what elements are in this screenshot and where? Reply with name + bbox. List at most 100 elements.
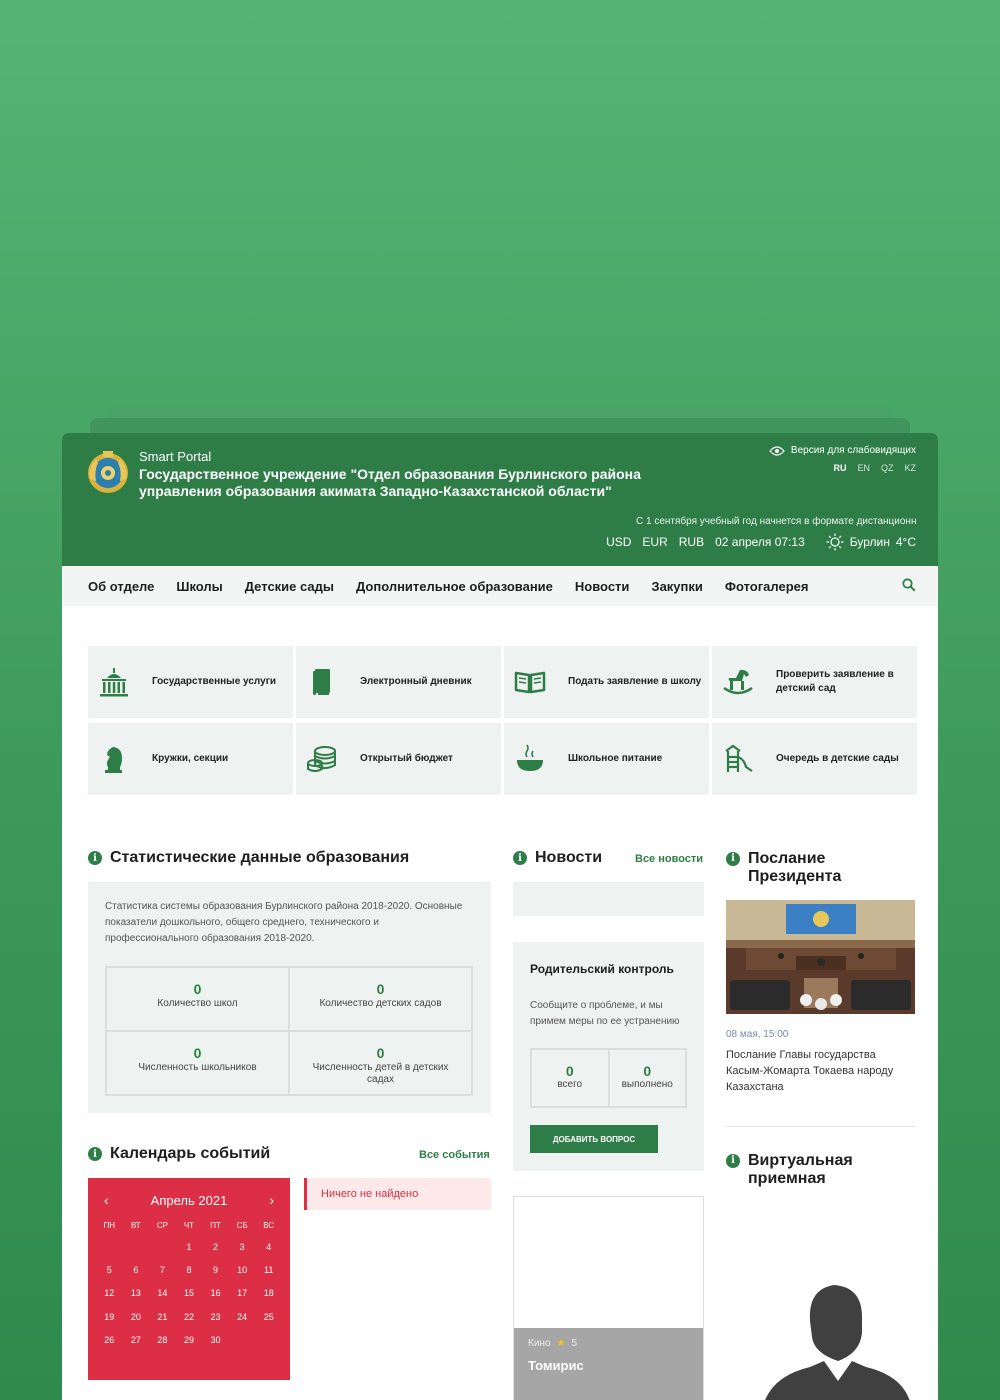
calendar-day[interactable]: 19	[96, 1306, 123, 1329]
calendar-day[interactable]: 10	[229, 1259, 256, 1282]
movie-category: Кино	[528, 1338, 551, 1349]
calendar-day[interactable]: 9	[202, 1259, 229, 1282]
president-address-photo[interactable]	[726, 900, 915, 1014]
search-icon[interactable]	[902, 578, 916, 592]
announcement-ticker[interactable]: С 1 сентября учебный год начнется в форм…	[636, 516, 916, 527]
currency-rub[interactable]: RUB	[679, 535, 704, 549]
calendar-day[interactable]: 3	[229, 1236, 256, 1259]
weekday-label: ВС	[263, 1221, 275, 1230]
counter-total: 0 всего	[531, 1049, 609, 1107]
info-bar: USD EUR RUB 02 апреля 07:13 Бурлин 4°C	[606, 533, 916, 551]
nav-item-about[interactable]: Об отделе	[88, 579, 154, 594]
parent-control-counters: 0 всего 0 выполнено	[530, 1048, 687, 1108]
currency-usd[interactable]: USD	[606, 535, 631, 549]
main-navigation: Об отделе Школы Детские сады Дополнитель…	[62, 566, 938, 606]
add-question-button[interactable]: ДОБАВИТЬ ВОПРОС	[530, 1125, 658, 1153]
prev-month-button[interactable]: ‹	[104, 1192, 109, 1208]
tile-kindergarten-check[interactable]: Проверить заявление в детский сад	[712, 646, 917, 718]
calendar-day[interactable]: 4	[255, 1236, 282, 1259]
counter-label: всего	[557, 1079, 583, 1090]
weekday-label: ПТ	[210, 1221, 221, 1230]
kazakhstan-emblem-icon[interactable]	[86, 449, 130, 497]
stats-description: Статистика системы образования Бурлинско…	[105, 901, 463, 944]
nav-item-schools[interactable]: Школы	[176, 579, 222, 594]
calendar-day[interactable]: 26	[96, 1329, 123, 1352]
president-text[interactable]: Послание Главы государства Касым-Жомарта…	[726, 1047, 906, 1095]
stat-pupils: 0 Численность школьников	[106, 1031, 289, 1095]
calendar-day[interactable]: 21	[149, 1306, 176, 1329]
calendar-day[interactable]: 18	[255, 1282, 282, 1305]
president-heading: i Послание Президента	[726, 850, 866, 886]
tile-open-budget[interactable]: Открытый бюджет	[296, 723, 501, 795]
calendar-day[interactable]: 8	[176, 1259, 203, 1282]
stat-schools: 0 Количество школ	[106, 967, 289, 1031]
accessibility-link[interactable]: Версия для слабовидящих	[769, 445, 916, 456]
calendar-day[interactable]: 23	[202, 1306, 229, 1329]
calendar-empty-cell	[123, 1236, 150, 1259]
counter-value: 0	[643, 1063, 652, 1079]
tile-label: Государственные услуги	[152, 676, 277, 687]
calendar-day[interactable]: 22	[176, 1306, 203, 1329]
tile-electronic-diary[interactable]: Электронный дневник	[296, 646, 501, 718]
calendar-day[interactable]: 24	[229, 1306, 256, 1329]
current-datetime: 02 апреля 07:13	[715, 535, 805, 549]
weekday-label: ЧТ	[183, 1221, 195, 1230]
nav-item-extra-education[interactable]: Дополнительное образование	[356, 579, 553, 594]
stat-value: 0	[193, 981, 202, 997]
nav-item-kindergartens[interactable]: Детские сады	[245, 579, 334, 594]
calendar-empty-cell	[149, 1236, 176, 1259]
stat-kindergarten-children: 0 Численность детей в детских садах	[289, 1031, 472, 1095]
calendar-day[interactable]: 12	[96, 1282, 123, 1305]
nav-item-gallery[interactable]: Фотогалерея	[725, 579, 809, 594]
calendar-day[interactable]: 11	[255, 1259, 282, 1282]
stat-value: 0	[376, 1045, 385, 1061]
lang-en[interactable]: EN	[857, 463, 870, 473]
event-calendar: ‹ Апрель 2021 › ПН ВТ СР ЧТ ПТ СБ ВС 1 2 3 4 5 6 7 8 9 1…	[88, 1178, 290, 1380]
calendar-day[interactable]: 7	[149, 1259, 176, 1282]
calendar-day[interactable]: 15	[176, 1282, 203, 1305]
calendar-day[interactable]: 29	[176, 1329, 203, 1352]
currency-eur[interactable]: EUR	[642, 535, 667, 549]
eye-icon	[769, 445, 785, 456]
tile-public-services[interactable]: Государственные услуги	[88, 646, 293, 718]
calendar-day[interactable]: 20	[123, 1306, 150, 1329]
tile-kindergarten-queue[interactable]: Очередь в детские сады	[712, 723, 917, 795]
calendar-day[interactable]: 2	[202, 1236, 229, 1259]
calendar-day[interactable]: 13	[123, 1282, 150, 1305]
calendar-day[interactable]: 25	[255, 1306, 282, 1329]
weekday-label: СР	[156, 1221, 168, 1230]
stats-title: Статистические данные образования	[110, 849, 410, 866]
tile-school-application[interactable]: Подать заявление в школу	[504, 646, 709, 718]
all-news-link[interactable]: Все новости	[635, 853, 703, 865]
info-icon: i	[726, 1154, 740, 1168]
calendar-day[interactable]: 28	[149, 1329, 176, 1352]
page-window: Smart Portal Государственное учреждение …	[62, 433, 938, 1400]
all-events-link[interactable]: Все события	[419, 1149, 490, 1161]
calendar-day[interactable]: 16	[202, 1282, 229, 1305]
nav-item-news[interactable]: Новости	[575, 579, 630, 594]
calendar-day[interactable]: 5	[96, 1259, 123, 1282]
calendar-day[interactable]: 14	[149, 1282, 176, 1305]
next-month-button[interactable]: ›	[269, 1192, 274, 1208]
calendar-day[interactable]: 27	[123, 1329, 150, 1352]
calendar-day[interactable]: 17	[229, 1282, 256, 1305]
stat-kindergartens: 0 Количество детских садов	[289, 967, 472, 1031]
stat-value: 0	[376, 981, 385, 997]
tile-clubs-sections[interactable]: Кружки, секции	[88, 723, 293, 795]
calendar-title: Календарь событий	[110, 1145, 271, 1162]
weekday-label: ПН	[103, 1221, 116, 1230]
lang-ru[interactable]: RU	[833, 463, 846, 473]
tile-school-meals[interactable]: Школьное питание	[504, 723, 709, 795]
calendar-day[interactable]: 1	[176, 1236, 203, 1259]
calendar-day[interactable]: 6	[123, 1259, 150, 1282]
movie-card[interactable]: Кино ★ 5 Томирис	[513, 1196, 704, 1400]
counter-value: 0	[565, 1063, 574, 1079]
nav-item-procurement[interactable]: Закупки	[651, 579, 702, 594]
lang-kz[interactable]: KZ	[904, 463, 916, 473]
tile-label: Открытый бюджет	[360, 753, 453, 764]
site-header: Smart Portal Государственное учреждение …	[62, 433, 938, 566]
calendar-day[interactable]: 30	[202, 1329, 229, 1352]
organization-name[interactable]: Государственное учреждение "Отдел образо…	[139, 466, 659, 500]
weekday-label: СБ	[236, 1221, 248, 1230]
lang-qz[interactable]: QZ	[881, 463, 894, 473]
